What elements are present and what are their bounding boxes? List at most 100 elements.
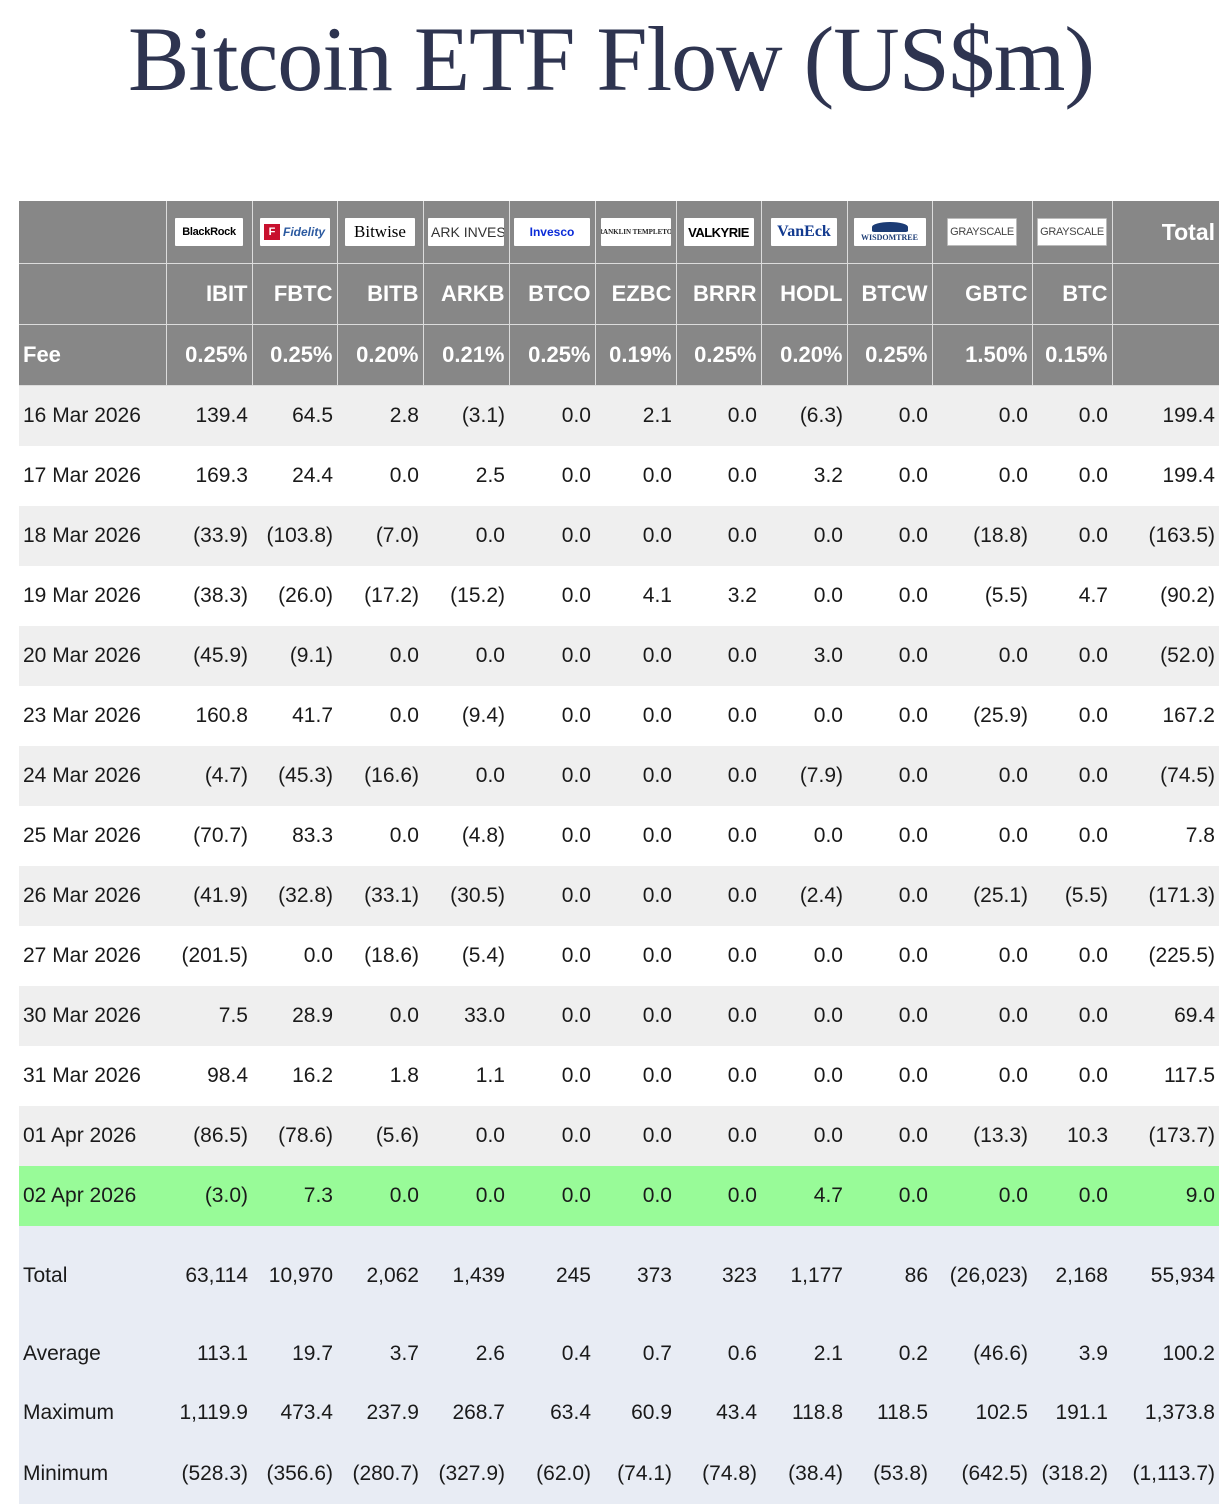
fee-row: Fee 0.25% 0.25% 0.20% 0.21% 0.25% 0.19% 0.25% 0.… [19,324,1219,386]
summary-cell: 100.2 [1112,1326,1219,1382]
date-cell: 24 Mar 2026 [19,746,166,806]
flow-cell: 3.2 [761,446,847,506]
summary-cell: (280.7) [337,1444,423,1504]
issuer-logo-cell: GRAYSCALE [932,201,1033,264]
flow-cell: 64.5 [252,385,337,446]
invesco-logo: Invesco [514,218,590,246]
flow-cell: 0.0 [595,926,676,986]
flow-cell: 0.0 [932,746,1032,806]
etf-flow-table: BlackRock FFidelity Bitwise AARK INVEST Inve… [19,201,1219,1504]
flow-cell: 0.0 [595,986,676,1046]
table-row: 25 Mar 2026 (70.7) 83.3 0.0 (4.8) 0.0 0.0 0.0 0.… [19,806,1219,866]
flow-cell: 0.0 [509,686,595,746]
flow-cell: 98.4 [166,1046,252,1106]
ticker-corner-cell [19,263,167,325]
date-cell: 30 Mar 2026 [19,986,166,1046]
ticker-cell: BITB [337,263,424,325]
flow-cell: (6.3) [761,385,847,446]
summary-cell: 60.9 [595,1382,676,1444]
flow-cell: (3.1) [423,385,509,446]
flow-cell: 7.3 [252,1166,337,1226]
date-cell: 25 Mar 2026 [19,806,166,866]
flow-cell: 0.0 [932,385,1032,446]
issuer-logo-cell: GRAYSCALE [1032,201,1113,264]
tree-icon [871,222,908,232]
summary-label: Total [19,1226,166,1326]
summary-cell: 118.8 [761,1382,847,1444]
flow-cell: 24.4 [252,446,337,506]
table-row: 31 Mar 2026 98.4 16.2 1.8 1.1 0.0 0.0 0.0 0.0 0.0… [19,1046,1219,1106]
flow-cell: (18.6) [337,926,423,986]
summary-cell: 118.5 [847,1382,932,1444]
flow-cell: (18.8) [932,506,1032,566]
summary-cell: 0.4 [509,1326,595,1382]
summary-cell: 0.7 [595,1326,676,1382]
flow-cell: 0.0 [423,626,509,686]
flow-cell: 0.0 [337,446,423,506]
summary-cell: (1,113.7) [1112,1444,1219,1504]
row-total-cell: 117.5 [1112,1046,1219,1106]
summary-cell: 19.7 [252,1326,337,1382]
logo-text: WISDOMTREE [861,233,918,242]
summary-cell: (74.8) [676,1444,761,1504]
flow-cell: 0.0 [423,1106,509,1166]
summary-cell: 113.1 [166,1326,252,1382]
flow-cell: 0.0 [423,746,509,806]
table-row: 26 Mar 2026 (41.9) (32.8) (33.1) (30.5) 0.0 0.… [19,866,1219,926]
flow-cell: 0.0 [847,926,932,986]
wisdomtree-logo: WISDOMTREE [853,218,926,246]
flow-cell: (45.3) [252,746,337,806]
summary-cell: 3.9 [1032,1326,1112,1382]
ticker-cell: FBTC [252,263,338,325]
logo-text: ARK INVEST [431,224,504,240]
flow-cell: 0.0 [1032,385,1112,446]
issuer-logo-cell: F Fidelity [252,201,338,264]
flow-cell: 0.0 [761,1046,847,1106]
flow-cell: 160.8 [166,686,252,746]
flow-cell: (25.1) [932,866,1032,926]
fee-cell: 0.25% [252,324,338,386]
row-total-cell: (74.5) [1112,746,1219,806]
flow-cell: 0.0 [595,686,676,746]
flow-cell: (4.8) [423,806,509,866]
row-total-cell: 167.2 [1112,686,1219,746]
flow-cell: (103.8) [252,506,337,566]
summary-cell: 63.4 [509,1382,595,1444]
ticker-cell: BRRR [676,263,762,325]
total-column-header: Total [1112,201,1219,264]
flow-cell: 0.0 [337,806,423,866]
fee-cell: 0.25% [509,324,596,386]
header-logo-row: BlackRock FFidelity Bitwise AARK INVEST Inve… [19,201,1219,264]
flow-cell: 0.0 [252,926,337,986]
flow-cell: 0.0 [1032,626,1112,686]
summary-cell: (318.2) [1032,1444,1112,1504]
fee-label: Fee [19,324,167,386]
summary-cell: 191.1 [1032,1382,1112,1444]
summary-cell: 1,177 [761,1226,847,1326]
date-cell: 23 Mar 2026 [19,686,166,746]
flow-cell: (16.6) [337,746,423,806]
summary-cell: 2.6 [423,1326,509,1382]
flow-cell: 0.0 [1032,806,1112,866]
flow-cell: 0.0 [1032,686,1112,746]
ticker-cell: ARKB [423,263,510,325]
flow-cell: 0.0 [932,806,1032,866]
summary-cell: (62.0) [509,1444,595,1504]
summary-cell: 373 [595,1226,676,1326]
ticker-cell: HODL [761,263,848,325]
fee-cell: 0.15% [1032,324,1113,386]
valkyrie-logo: VALKYRIE [683,218,754,246]
flow-cell: 41.7 [252,686,337,746]
table-row: 19 Mar 2026 (38.3) (26.0) (17.2) (15.2) 0.0 4.… [19,566,1219,626]
issuer-logo-cell: FRANKLIN TEMPLETON [595,201,677,264]
summary-cell: 2.1 [761,1326,847,1382]
flow-cell: 0.0 [1032,506,1112,566]
row-total-cell: 199.4 [1112,385,1219,446]
flow-cell: 0.0 [423,506,509,566]
flow-cell: 0.0 [676,1046,761,1106]
flow-cell: (38.3) [166,566,252,626]
flow-cell: 0.0 [676,1166,761,1226]
date-cell: 20 Mar 2026 [19,626,166,686]
flow-cell: 0.0 [932,446,1032,506]
flow-cell: 169.3 [166,446,252,506]
